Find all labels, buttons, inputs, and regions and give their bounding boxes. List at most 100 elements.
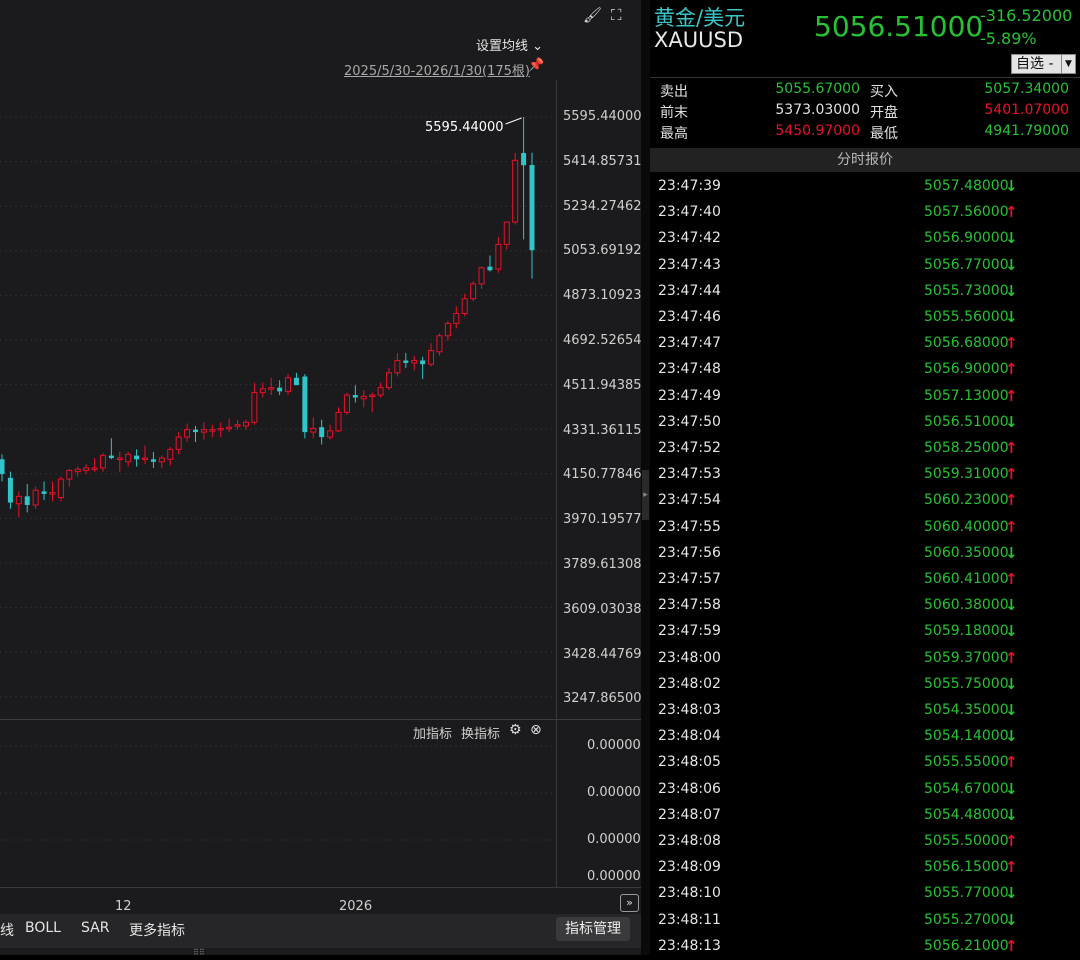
high-annotation-arrow	[505, 117, 522, 125]
candle-body	[74, 468, 81, 473]
arrow-down-icon: ↓	[1005, 596, 1018, 615]
draw-brush-icon[interactable]: 🖌	[583, 6, 602, 24]
arrow-down-icon: ↓	[1005, 779, 1018, 798]
candle	[428, 343, 435, 367]
arrow-down-icon: ↓	[1005, 412, 1018, 431]
candle-body	[461, 298, 468, 315]
price-axis-label: 5595.44000	[563, 109, 642, 124]
tick-row: 23:47:46 5055.56000 ↓	[650, 305, 1080, 331]
candlestick-chart[interactable]: 5595.44000	[0, 0, 556, 720]
price-axis-label: 4331.36115	[563, 422, 642, 438]
indicator-axis-line	[556, 720, 557, 887]
arrow-up-icon: ↑	[1005, 858, 1018, 877]
tab-boll[interactable]: BOLL	[25, 920, 61, 936]
tick-row: 23:47:39 5057.48000 ↓	[650, 174, 1080, 200]
arrow-up-icon: ↑	[1005, 203, 1018, 222]
tick-price: 5060.40000	[924, 518, 1009, 535]
resize-grip-icon[interactable]: ⠿⠿	[193, 948, 205, 957]
tick-price: 5055.27000	[924, 911, 1009, 928]
candle	[268, 377, 275, 396]
tick-time: 23:48:02	[658, 675, 721, 692]
candle	[74, 466, 81, 477]
tick-time: 23:47:52	[658, 440, 721, 456]
tick-price: 5056.51000	[924, 413, 1009, 430]
arrow-up-icon: ↑	[1005, 334, 1018, 353]
candle-body	[167, 448, 174, 460]
tab-more-indicators[interactable]: 更多指标	[129, 920, 185, 940]
candle-body	[49, 492, 56, 495]
candle-body	[343, 394, 350, 413]
tab-sar[interactable]: SAR	[81, 920, 109, 936]
tick-price: 5055.73000	[924, 282, 1009, 299]
tick-time: 23:47:47	[658, 335, 721, 352]
candle-body	[200, 429, 207, 433]
indicator-value: 0.00000	[587, 869, 641, 884]
scroll-right-button[interactable]: »	[620, 894, 639, 912]
time-axis-label: 12	[115, 899, 132, 914]
price-axis-label: 3609.03038	[563, 601, 642, 617]
arrow-up-icon: ↑	[1005, 570, 1018, 588]
candle-body	[7, 477, 13, 503]
candle-body	[175, 436, 182, 450]
tick-time: 23:48:00	[658, 649, 721, 666]
candle	[420, 356, 426, 379]
tick-row: 23:48:04 5054.14000 ↓	[650, 724, 1080, 750]
candle	[277, 380, 283, 396]
tick-price: 5059.31000	[924, 466, 1009, 483]
arrow-down-icon: ↓	[1005, 281, 1018, 300]
price-axis-label: 5234.27462	[563, 198, 642, 214]
tick-price: 5055.56000	[924, 309, 1009, 325]
candle	[83, 464, 90, 475]
tick-time: 23:48:09	[658, 859, 721, 876]
price-axis-label: 3970.19577	[563, 512, 642, 528]
candle	[461, 293, 468, 316]
candle-body	[444, 322, 451, 337]
candle	[142, 445, 149, 465]
watchlist-select[interactable]: 自选 - ▼	[1011, 54, 1076, 74]
tick-time: 23:48:06	[658, 780, 721, 797]
candle-body	[411, 359, 418, 364]
tick-time: 23:47:50	[658, 413, 721, 430]
tick-row: 23:48:03 5054.35000 ↓	[650, 698, 1080, 724]
price-axis-label: 4873.10923	[563, 288, 642, 304]
candle	[394, 353, 401, 377]
candle	[521, 117, 527, 240]
arrow-up-icon: ↑	[1005, 832, 1018, 850]
tick-time: 23:48:04	[658, 728, 721, 745]
candle	[150, 451, 156, 468]
chevron-down-icon[interactable]: ▼	[1061, 55, 1075, 73]
candle	[99, 453, 106, 472]
candle-body	[41, 491, 47, 494]
indicator-value: 0.00000	[587, 832, 641, 847]
candle-body	[521, 152, 527, 166]
tick-time: 23:47:46	[658, 309, 721, 325]
low-label: 最低	[870, 126, 898, 142]
tick-price: 5057.48000	[924, 178, 1009, 194]
candle-body	[285, 377, 292, 392]
arrow-up-icon: ↑	[1005, 517, 1018, 536]
candle	[470, 281, 477, 302]
fullscreen-icon[interactable]: ⛶	[611, 6, 622, 24]
watchlist-label: 自选 -	[1016, 56, 1054, 72]
candle	[217, 422, 224, 438]
bid-value: 5055.67000	[775, 81, 860, 97]
candle-body	[142, 457, 149, 461]
collapse-handle-icon[interactable]: ▸	[642, 470, 649, 520]
candle-body	[99, 455, 106, 469]
price-change-percent: -5.89%	[980, 29, 1037, 48]
arrow-up-icon: ↑	[1005, 753, 1018, 772]
candle-body	[259, 388, 266, 394]
prev-close-value: 5373.03000	[775, 102, 860, 118]
candle-body	[184, 429, 191, 438]
indicator-manage-button[interactable]: 指标管理	[556, 917, 630, 941]
candle-body	[385, 372, 392, 389]
high-value: 5450.97000	[775, 123, 860, 139]
candle-body	[377, 387, 384, 396]
arrow-down-icon: ↓	[1005, 884, 1018, 903]
arrow-down-icon: ↓	[1005, 177, 1018, 195]
candle-body	[277, 387, 283, 392]
tick-row: 23:48:06 5054.67000 ↓	[650, 777, 1080, 803]
candle-body	[66, 469, 73, 480]
candle	[234, 419, 241, 430]
tab-line[interactable]: 线	[0, 920, 14, 940]
